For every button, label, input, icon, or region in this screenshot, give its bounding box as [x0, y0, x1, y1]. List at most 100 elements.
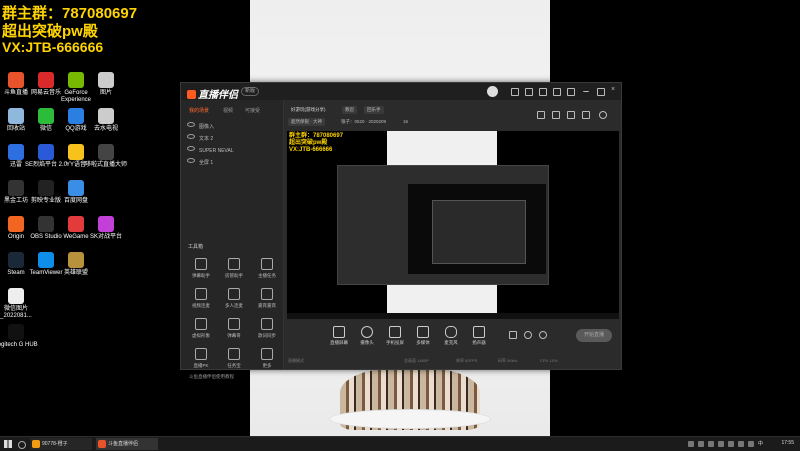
desktop: 群主群：787080697 超出突破pw殿 VX:JTB-666666 斗鱼直播… — [0, 0, 800, 436]
tool-item[interactable]: 任务宝 — [219, 348, 249, 369]
tutorial-link[interactable]: 斗鱼直播伴侣使用教程 — [189, 374, 234, 380]
stream-tag[interactable]: 教您 — [342, 106, 357, 114]
tray-app-icon[interactable] — [718, 441, 724, 447]
tool-item[interactable]: 嘉宾嘉宾 — [252, 288, 282, 309]
taskbar-item[interactable]: 90778-橙子 — [30, 438, 92, 450]
tool-item[interactable]: 弹幕哥 — [219, 318, 249, 339]
tray-app-icon[interactable] — [708, 441, 714, 447]
eye-icon[interactable] — [187, 158, 195, 163]
tool-item[interactable]: 房管助手 — [219, 258, 249, 279]
status-item: 码率 0Kb/s — [498, 358, 518, 363]
nested-preview-inner2 — [432, 200, 526, 264]
avatar[interactable] — [487, 86, 498, 97]
tab-accept[interactable]: 可接受 — [245, 107, 260, 114]
control-label: 麦克风 — [444, 340, 458, 345]
mail-icon[interactable] — [539, 88, 547, 96]
media-button[interactable]: 多媒体 — [408, 326, 438, 346]
microphone-button[interactable]: 麦克风 — [436, 326, 466, 346]
desktop-icon[interactable]: 图片 — [81, 72, 131, 97]
stream-tag[interactable]: 回乐手 — [364, 106, 384, 114]
tool-icon — [228, 288, 240, 300]
nested-preview-window — [337, 165, 549, 285]
gift-icon[interactable] — [525, 88, 533, 96]
tool-item[interactable]: 多人连麦 — [219, 288, 249, 309]
tool-item[interactable]: 直播PK — [186, 348, 216, 369]
share-icon[interactable] — [567, 111, 575, 119]
layout-icon[interactable] — [537, 111, 545, 119]
eye-icon[interactable] — [524, 331, 532, 339]
minimize-icon[interactable] — [583, 88, 589, 92]
go-live-button[interactable]: 开始直播 — [576, 329, 612, 342]
live-companion-window: 直播伴侣 新版 × 我的场景 视频 可接受 图像入 文本 2 SUPER NEV… — [180, 82, 622, 379]
app-icon — [8, 324, 24, 340]
camera-button[interactable]: 摄像头 — [352, 326, 382, 346]
gear-icon[interactable] — [539, 331, 547, 339]
network-icon[interactable] — [738, 441, 744, 447]
desktop-icon[interactable]: SK对战平台 — [81, 216, 131, 241]
stream-info-bar: 好游玩(游戏分享) 教您 回乐手 超然保银 · 大神 银子：0520 · 202… — [284, 100, 621, 131]
close-icon[interactable]: × — [611, 86, 615, 93]
settings-icon[interactable] — [552, 111, 560, 119]
desktop-icon-label: 微信图片_2022081... — [0, 306, 32, 319]
stream-preview[interactable]: 群主群：787080697 超出突破pw殿 VX:JTB-666666 — [287, 131, 619, 319]
tool-item[interactable]: 歌词同步 — [252, 318, 282, 339]
scene-label: 图像入 — [199, 124, 215, 130]
eye-icon[interactable] — [187, 134, 195, 139]
tool-item[interactable]: 弹幕助手 — [186, 258, 216, 279]
tool-item[interactable]: 虚拟形象 — [186, 318, 216, 339]
desktop-icon[interactable]: 英雄联盟 — [51, 252, 101, 277]
tab-scenes[interactable]: 我的场景 — [189, 107, 209, 114]
app-icon — [98, 216, 114, 232]
tool-label: 房管助手 — [225, 273, 243, 278]
speaker-icon — [473, 326, 485, 338]
volume-icon[interactable] — [748, 441, 754, 447]
taskbar-item-label: 90778-橙子 — [42, 441, 68, 447]
record-icon[interactable] — [509, 331, 517, 339]
desktop-icon[interactable]: 哆啦式直播大师 — [81, 144, 131, 169]
tray-app-icon[interactable] — [688, 441, 694, 447]
tool-item[interactable]: 视频连麦 — [186, 288, 216, 309]
tab-video[interactable]: 视频 — [223, 107, 233, 114]
maximize-icon[interactable] — [597, 88, 605, 96]
tool-item[interactable]: 主播任务 — [252, 258, 282, 279]
taskbar-item[interactable]: 斗鱼直播伴侣 — [96, 438, 158, 450]
tool-label: 多人连麦 — [225, 303, 243, 308]
search-icon[interactable] — [18, 441, 26, 449]
tray-app-icon[interactable] — [698, 441, 704, 447]
desktop-icon[interactable]: 去水电视 — [81, 108, 131, 133]
control-label: 手机投屏 — [386, 340, 404, 345]
scene-item[interactable]: 文本 2 — [187, 134, 213, 142]
eye-icon[interactable] — [187, 122, 195, 127]
ime-indicator[interactable]: 中 — [758, 440, 763, 447]
desktop-icon[interactable]: 微信图片_2022081... — [0, 288, 41, 320]
scene-item[interactable]: SUPER NEVAL — [187, 146, 234, 154]
tool-icon — [261, 348, 273, 360]
more-icon[interactable] — [599, 111, 607, 119]
eye-icon[interactable] — [187, 146, 195, 151]
tool-label: 主播任务 — [258, 273, 276, 278]
stream-chip: 超然保银 · 大神 — [288, 118, 325, 126]
screen-capture-button[interactable]: 直播屏幕 — [324, 326, 354, 346]
desktop-icon[interactable]: 百度网盘 — [51, 180, 101, 205]
scene-item[interactable]: 图像入 — [187, 122, 214, 130]
gear-icon[interactable] — [553, 88, 561, 96]
version-badge[interactable]: 新版 — [241, 87, 260, 96]
title-bar[interactable]: 直播伴侣 新版 × — [181, 83, 621, 101]
menu-icon[interactable] — [567, 88, 575, 96]
scene-item[interactable]: 全屏 1 — [187, 158, 213, 166]
clock[interactable]: 17:55 — [781, 440, 794, 446]
desktop-icon[interactable]: Logitech G HUB — [0, 324, 41, 349]
phone-icon — [389, 326, 401, 338]
desktop-icon-label: Logitech G HUB — [0, 342, 38, 348]
bell-icon[interactable] — [582, 111, 590, 119]
tray-app-icon[interactable] — [728, 441, 734, 447]
preview-overlay-line: VX:JTB-666666 — [289, 147, 333, 153]
stream-title[interactable]: 好游玩(游戏分享) — [288, 106, 329, 114]
phone-mirror-button[interactable]: 手机投屏 — [380, 326, 410, 346]
start-icon[interactable] — [4, 440, 12, 448]
tool-item[interactable]: 更多 — [252, 348, 282, 369]
tool-label: 弹幕哥 — [227, 333, 241, 338]
overlay-promo-text: 超出突破pw殿 — [2, 23, 98, 40]
headset-icon[interactable] — [511, 88, 519, 96]
speaker-button[interactable]: 扬声器 — [464, 326, 494, 346]
